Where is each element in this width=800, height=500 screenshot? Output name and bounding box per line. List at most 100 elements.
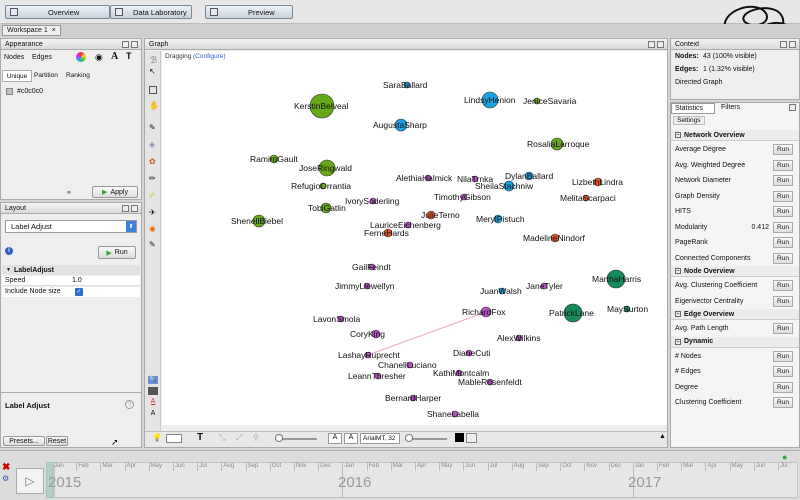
data-laboratory-tab[interactable]: Data Laboratory [110, 5, 192, 19]
run-button[interactable]: Run [773, 237, 793, 248]
context-max-icon[interactable] [789, 40, 796, 48]
statistics-min-icon[interactable] [789, 104, 796, 111]
run-button[interactable]: Run [773, 280, 793, 291]
timeline-settings-icon[interactable]: ⚙ [2, 474, 14, 484]
background-color-icon[interactable] [148, 387, 158, 395]
filters-tab[interactable]: Filters [717, 104, 740, 111]
presets-button[interactable]: Presets... [3, 436, 45, 446]
chevron-down-icon[interactable]: ⬍ [126, 221, 136, 232]
expand-toolbar-icon[interactable]: ▲ [659, 433, 666, 440]
edge-pencil-icon[interactable]: ✐ [149, 191, 156, 200]
collapse-icon[interactable]: – [675, 268, 681, 274]
statistics-list: – Network Overview Average Degree Run Avg. W… [671, 130, 799, 410]
font-selector[interactable]: ArialMT, 32 [360, 433, 400, 444]
run-button[interactable]: Run [773, 252, 793, 264]
label-toggle-icon[interactable]: A [148, 410, 158, 419]
edge-scale-slider-handle[interactable] [275, 434, 283, 442]
partition-subtab[interactable]: Partition [34, 72, 58, 79]
graph-max-icon[interactable] [657, 40, 664, 48]
node-label: JaneTyler [526, 281, 563, 291]
edge-arrow-icon[interactable]: ⤡ [219, 433, 225, 443]
brush-icon[interactable]: ✎ [149, 123, 156, 132]
run-button[interactable]: Run [773, 221, 793, 233]
settings-button[interactable]: Settings [673, 116, 705, 125]
font-size-decrease-icon[interactable]: A [344, 433, 358, 444]
timeline-close-icon[interactable]: ✖ [2, 462, 14, 473]
edit-icon[interactable]: ✎ [149, 240, 156, 249]
run-button[interactable]: Run [773, 397, 793, 408]
stat-section-1[interactable]: – Node Overview [671, 266, 799, 277]
layout-algorithm-select[interactable]: Label Adjust ⬍ [5, 220, 137, 233]
appearance-nodes-tab[interactable]: Nodes [4, 54, 24, 61]
link-icon[interactable]: ⚭ [66, 189, 72, 197]
label-color-icon[interactable]: A [111, 51, 118, 62]
edge-weight-icon[interactable]: ⤢ [236, 433, 242, 443]
color-swatch[interactable] [6, 88, 13, 95]
ranking-subtab[interactable]: Ranking [66, 72, 90, 79]
help-icon[interactable]: ? [125, 400, 134, 409]
collapse-icon[interactable]: – [675, 311, 681, 317]
stat-section-2[interactable]: – Edge Overview [671, 309, 799, 320]
label-size-icon[interactable]: T [126, 51, 132, 61]
pointer-tool-icon[interactable]: ↖ [149, 67, 156, 76]
run-button[interactable]: Run [773, 381, 793, 393]
edge-color-icon[interactable]: ⚲ [253, 433, 259, 442]
font-color-icon[interactable]: A [148, 398, 158, 407]
font-size-increase-icon[interactable]: A [328, 433, 342, 444]
run-button[interactable]: Run [773, 190, 793, 202]
minimize-icon[interactable] [122, 40, 129, 48]
stat-section-0[interactable]: – Network Overview [671, 130, 799, 141]
pencil-icon[interactable]: ✏ [149, 174, 156, 183]
run-layout-button[interactable]: ▶ Run [98, 246, 136, 259]
edge-display-icon[interactable] [166, 434, 182, 443]
reset-button[interactable]: Reset [46, 436, 68, 446]
context-min-icon[interactable] [780, 40, 787, 48]
layout-maximize-icon[interactable] [131, 204, 138, 212]
statistics-tab[interactable]: Statistics [671, 103, 715, 114]
run-button[interactable]: Run [773, 350, 793, 362]
stat-label: Network Diameter [675, 177, 732, 184]
bulb-icon[interactable]: 💡 [152, 433, 162, 442]
appearance-edges-tab[interactable]: Edges [32, 54, 52, 61]
labeladjust-section[interactable]: ▼ LabelAdjust [2, 265, 140, 275]
stat-section-3[interactable]: – Dynamic [671, 336, 799, 348]
drag-tool-icon[interactable]: ✋ [149, 101, 159, 110]
close-icon[interactable]: × [52, 27, 56, 34]
size-icon[interactable]: ◉ [95, 52, 103, 63]
run-button[interactable]: Run [773, 323, 793, 334]
maximize-icon[interactable] [131, 40, 138, 48]
label-scale-slider-handle[interactable] [405, 434, 413, 442]
graph-min-icon[interactable] [648, 40, 655, 48]
collapse-icon[interactable]: – [675, 338, 681, 345]
preview-tab[interactable]: Preview [205, 5, 293, 19]
timeline-play-button[interactable]: ▷ [16, 468, 44, 494]
graph-visualization[interactable]: SaraBallard KerstinBelveal LindsyHenion Jen… [162, 51, 667, 425]
collapse-icon[interactable]: – [675, 132, 681, 138]
rect-select-icon[interactable] [149, 86, 157, 94]
layout-minimize-icon[interactable] [122, 204, 129, 212]
label-settings-icon[interactable] [466, 433, 477, 443]
zoom-icon[interactable]: 🔍 [148, 376, 158, 384]
shortest-path-icon[interactable]: ◈ [149, 140, 155, 149]
airplane-icon[interactable]: ✈ [149, 208, 156, 217]
label-color-swatch[interactable] [455, 433, 464, 442]
run-button[interactable]: Run [773, 159, 793, 171]
run-button[interactable]: Run [773, 295, 793, 307]
workspace-tab[interactable]: Workspace 1 × [2, 25, 61, 36]
stat-label: HITS [675, 208, 691, 215]
apply-button[interactable]: ▶ Apply [92, 186, 138, 198]
include-node-size-checkbox[interactable]: ✓ [75, 288, 83, 296]
info-icon[interactable]: i [5, 247, 13, 255]
run-button[interactable]: Run [773, 144, 793, 155]
text-tool-icon[interactable]: T [197, 432, 203, 443]
color-palette-icon[interactable] [76, 52, 86, 62]
run-button[interactable]: Run [773, 206, 793, 217]
painter-icon[interactable]: ✿ [149, 157, 156, 166]
stat-label: Avg. Path Length [675, 325, 729, 332]
run-button[interactable]: Run [773, 175, 793, 186]
run-button[interactable]: Run [773, 366, 793, 377]
overview-tab[interactable]: Overview [5, 5, 110, 19]
heatmap-icon[interactable]: ✺ [149, 225, 156, 234]
unique-subtab[interactable]: Unique [2, 70, 32, 82]
speed-value[interactable]: 1.0 [72, 277, 82, 284]
